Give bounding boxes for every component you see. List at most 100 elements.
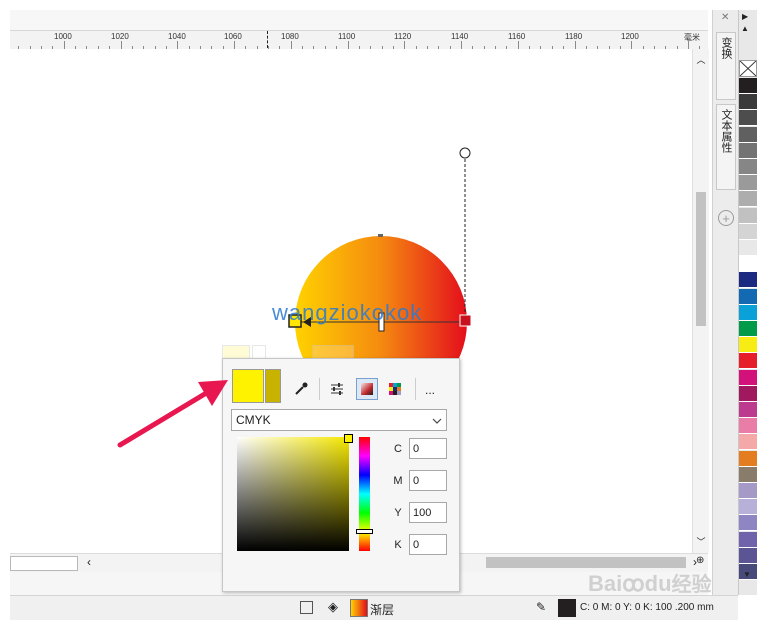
- ruler-tick: [461, 41, 462, 49]
- ruler-label: 1180: [565, 32, 583, 41]
- palette-swatch[interactable]: [739, 434, 757, 451]
- palette-swatch[interactable]: [739, 337, 757, 354]
- palette-swatch[interactable]: [739, 369, 757, 386]
- fill-swatch[interactable]: [350, 599, 368, 617]
- palette-swatch[interactable]: [739, 272, 757, 289]
- node-handle[interactable]: [378, 234, 383, 237]
- palette-swatch[interactable]: [739, 483, 757, 499]
- annotation-arrow: [117, 380, 228, 448]
- color-palette: ▶ ▲ ▼: [738, 10, 757, 595]
- scroll-up-icon[interactable]: ︿: [695, 53, 707, 65]
- palette-swatch[interactable]: [739, 499, 757, 516]
- palette-swatch[interactable]: [739, 353, 757, 370]
- palette-swatch[interactable]: [739, 78, 757, 94]
- palette-swatch[interactable]: [739, 321, 757, 337]
- status-bar: ◈ 渐层 ✎ C: 0 M: 0 Y: 0 K: 100 .200 mm: [10, 595, 738, 620]
- palette-swatch[interactable]: [739, 256, 757, 273]
- palette-up-icon[interactable]: ▲: [741, 24, 749, 33]
- fill-type-label: 渐层: [370, 603, 395, 617]
- palette-swatch[interactable]: [739, 207, 757, 224]
- hue-slider-handle[interactable]: [356, 529, 373, 534]
- fill-end-node[interactable]: [459, 314, 472, 327]
- pen-icon[interactable]: ✎: [536, 600, 550, 616]
- palette-swatch[interactable]: [739, 515, 757, 532]
- vertical-scroll-thumb[interactable]: [696, 192, 706, 326]
- ruler-tick: [517, 41, 519, 49]
- field-label-k: K: [394, 539, 402, 551]
- sliders-icon[interactable]: [327, 379, 347, 399]
- field-label-c: C: [394, 443, 402, 455]
- watermark-text: wangziokokok: [272, 300, 423, 325]
- ruler-tick: [63, 41, 65, 49]
- palette-swatch[interactable]: [739, 191, 757, 208]
- palette-swatch[interactable]: [739, 110, 757, 127]
- palette-swatch[interactable]: [739, 175, 757, 192]
- palette-menu-icon[interactable]: ▶: [742, 12, 748, 21]
- yellow-input[interactable]: 100: [409, 502, 447, 523]
- palette-swatch[interactable]: [739, 142, 757, 159]
- object-info-icon[interactable]: [300, 601, 313, 614]
- ruler-tick: [404, 41, 406, 49]
- horizontal-ruler[interactable]: 1000 1020 1040 1060 1080 1100 1120 1140 …: [10, 30, 708, 50]
- color-area-handle[interactable]: [344, 434, 353, 443]
- tab-label: 变换: [720, 37, 732, 59]
- fill-bucket-icon[interactable]: ◈: [328, 599, 344, 615]
- palette-down-icon[interactable]: ▼: [743, 570, 751, 579]
- toolbar-strip: [10, 10, 708, 30]
- ruler-unit: 毫米: [684, 33, 700, 42]
- palette-swatch[interactable]: [739, 418, 757, 435]
- add-docker-icon[interactable]: +: [718, 210, 734, 226]
- palette-grid-icon[interactable]: [385, 379, 405, 399]
- ruler-tick: [120, 41, 122, 49]
- palette-swatch[interactable]: [739, 385, 757, 402]
- ruler-label: 1160: [508, 32, 526, 41]
- color-model-dropdown[interactable]: CMYK: [231, 409, 447, 431]
- tab-transform[interactable]: 变换: [716, 32, 736, 100]
- palette-swatch[interactable]: [739, 159, 757, 175]
- ruler-label: 1000: [54, 32, 72, 41]
- ruler-tick: [290, 41, 292, 49]
- zoom-icon[interactable]: ⊕: [696, 555, 708, 569]
- eyedropper-icon[interactable]: [291, 379, 311, 399]
- more-options-button[interactable]: ...: [425, 383, 435, 397]
- palette-swatch[interactable]: [739, 240, 757, 256]
- color-viewer-icon[interactable]: [356, 378, 378, 400]
- outline-info: C: 0 M: 0 Y: 0 K: 100 .200 mm: [580, 602, 714, 613]
- scroll-down-icon[interactable]: ﹀: [695, 535, 707, 547]
- ruler-tick: [177, 41, 179, 49]
- ruler-tick: [574, 41, 576, 49]
- palette-swatch[interactable]: [739, 450, 757, 467]
- previous-color-swatch[interactable]: [265, 369, 281, 403]
- outline-swatch[interactable]: [558, 599, 576, 617]
- magenta-input[interactable]: 0: [409, 470, 447, 491]
- scroll-left-icon[interactable]: ‹: [82, 555, 96, 569]
- divider: [319, 378, 320, 400]
- divider: [415, 378, 416, 400]
- palette-swatch[interactable]: [739, 547, 757, 564]
- ruler-label: 1020: [111, 32, 129, 41]
- cyan-input[interactable]: 0: [409, 438, 447, 459]
- vertical-scrollbar[interactable]: ︿ ﹀: [692, 49, 709, 553]
- palette-swatch[interactable]: [739, 126, 757, 143]
- page-navigator[interactable]: [10, 556, 78, 571]
- palette-swatch[interactable]: [739, 223, 757, 240]
- palette-swatch[interactable]: [739, 288, 757, 305]
- palette-swatch[interactable]: [739, 402, 757, 418]
- close-icon[interactable]: ✕: [721, 12, 729, 23]
- black-input[interactable]: 0: [409, 534, 447, 555]
- palette-swatch[interactable]: [739, 466, 757, 483]
- no-color-swatch[interactable]: [739, 60, 757, 77]
- ruler-label: 1080: [281, 32, 299, 41]
- ruler-tick: [347, 41, 349, 49]
- angle-handle[interactable]: [459, 147, 471, 159]
- paw-icon: ꝏ: [622, 571, 645, 596]
- ruler-label: 1200: [621, 32, 639, 41]
- horizontal-scroll-thumb[interactable]: [486, 557, 686, 568]
- color-saturation-area[interactable]: [237, 437, 349, 551]
- palette-swatch[interactable]: [739, 304, 757, 321]
- ruler-guide-marker: [267, 31, 268, 48]
- palette-swatch[interactable]: [739, 531, 757, 548]
- palette-swatch[interactable]: [739, 94, 757, 111]
- color-picker-popup: ... CMYK C 0 M 0 Y 100 K 0: [222, 358, 460, 592]
- tab-text-properties[interactable]: 文本属性: [716, 104, 736, 190]
